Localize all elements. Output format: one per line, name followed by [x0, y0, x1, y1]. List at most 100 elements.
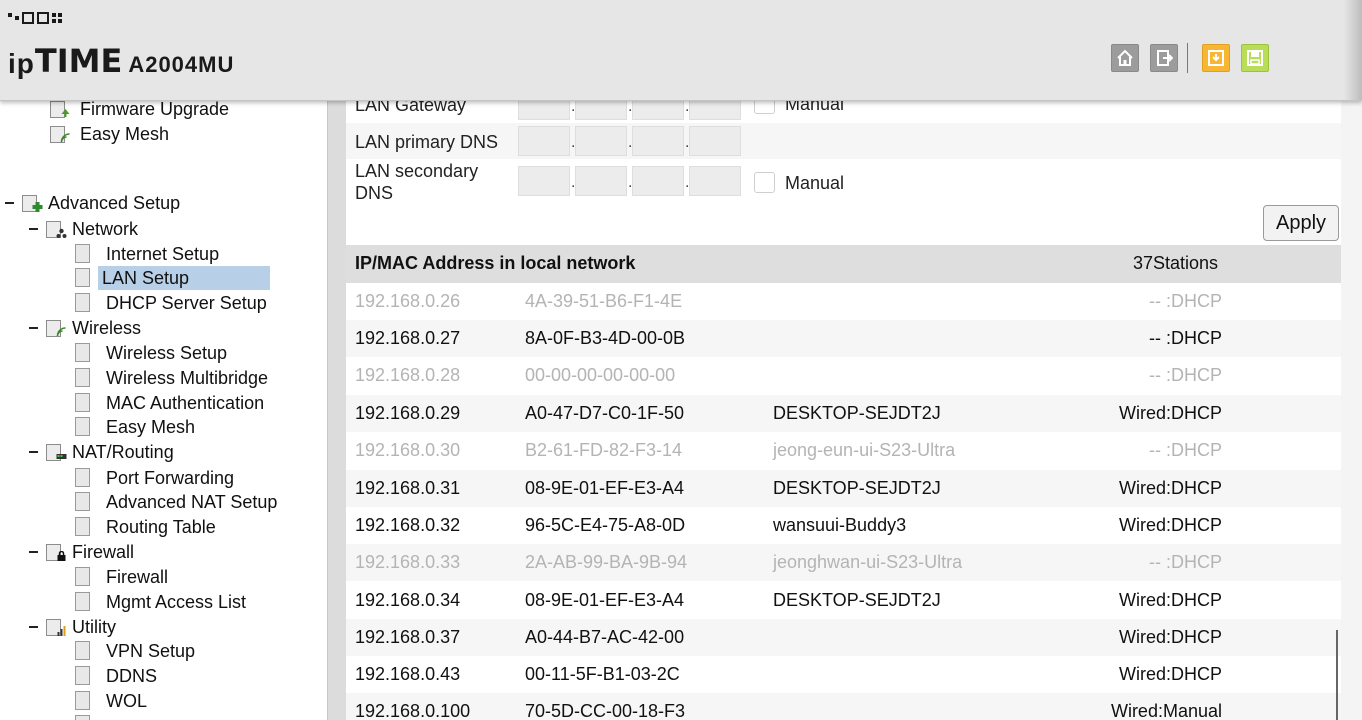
sidebar-item-internet-setup[interactable]: Internet Setup — [75, 242, 225, 266]
page-icon — [75, 666, 91, 686]
sidebar-tree: Firmware Upgrade Easy Mesh Advanced Setu… — [0, 100, 327, 720]
table-title: IP/MAC Address in local network — [355, 253, 636, 273]
scrollbar-thumb[interactable] — [1336, 630, 1338, 720]
row-mac: 08-9E-01-EF-E3-A4 — [525, 478, 685, 498]
collapse-icon[interactable] — [5, 202, 14, 204]
sidebar-item-wireless[interactable]: Wireless — [29, 316, 147, 340]
collapse-icon[interactable] — [29, 626, 38, 628]
sidebar-item-wol[interactable]: WOL — [75, 689, 153, 713]
advanced-icon — [22, 194, 43, 212]
sidebar-item-firewall-group[interactable]: Firewall — [29, 540, 140, 564]
utility-icon — [46, 618, 66, 636]
table-row: 192.168.0.33 2A-AB-99-BA-9B-94 jeonghwan… — [346, 544, 1341, 581]
sidebar-item-nat-routing[interactable]: NAT/Routing — [29, 440, 180, 464]
network-icon — [46, 220, 67, 238]
sidebar-item-dhcp-server-setup[interactable]: DHCP Server Setup — [75, 291, 273, 315]
sidebar-item-partial[interactable] — [75, 713, 102, 720]
collapse-icon[interactable] — [29, 551, 38, 553]
sidebar-item-label: Advanced NAT Setup — [106, 492, 278, 512]
row-ip: 192.168.0.33 — [355, 552, 461, 572]
row-connection-type: Wired:DHCP — [1118, 627, 1222, 647]
firmware-icon — [50, 100, 70, 118]
row-mac: 08-9E-01-EF-E3-A4 — [525, 590, 685, 610]
orange-save-icon[interactable] — [1202, 44, 1230, 72]
sidebar-item-advanced-setup[interactable]: Advanced Setup — [5, 191, 186, 215]
row-mac: 8A-0F-B3-4D-00-0B — [525, 328, 686, 348]
lan-gateway-octet-1[interactable] — [518, 100, 570, 120]
lan-secondary-dns-octet-3[interactable] — [632, 166, 684, 196]
sidebar-item-vpn-setup[interactable]: VPN Setup — [75, 639, 201, 663]
row-connection-type: -- :DHCP — [1149, 440, 1222, 460]
sidebar-item-mac-authentication[interactable]: MAC Authentication — [75, 391, 270, 415]
main-scrollbar[interactable] — [1336, 100, 1362, 720]
lan-gateway-label: LAN Gateway — [355, 100, 467, 115]
row-mac: 00-11-5F-B1-03-2C — [525, 664, 680, 684]
lan-gateway-octet-4[interactable] — [689, 100, 741, 120]
sidebar-item-label: Easy Mesh — [106, 417, 196, 437]
model-name: A2004MU — [128, 52, 235, 77]
lan-gateway-manual-checkbox[interactable] — [754, 100, 775, 114]
sidebar-item-label: Wireless Setup — [106, 343, 228, 363]
logout-icon[interactable] — [1150, 44, 1178, 72]
lan-gateway-octet-3[interactable] — [632, 100, 684, 120]
table-row: 192.168.0.28 00-00-00-00-00-00 -- :DHCP — [346, 357, 1341, 394]
sidebar-splitter[interactable] — [327, 100, 346, 720]
sidebar-item-utility[interactable]: Utility — [29, 615, 122, 639]
table-row: 192.168.0.34 08-9E-01-EF-E3-A4 DESKTOP-S… — [346, 582, 1341, 619]
sidebar-item-ddns[interactable]: DDNS — [75, 664, 163, 688]
lan-primary-dns-octet-3[interactable] — [632, 126, 684, 156]
sidebar-item-routing-table[interactable]: Routing Table — [75, 515, 222, 539]
page-icon — [75, 293, 91, 313]
sidebar-item-easy-mesh-top[interactable]: Easy Mesh — [50, 122, 175, 146]
sidebar-item-label: Advanced Setup — [48, 193, 181, 213]
sidebar-item-port-forwarding[interactable]: Port Forwarding — [75, 466, 240, 490]
green-save-icon[interactable] — [1241, 44, 1269, 72]
sidebar-item-lan-setup[interactable]: LAN Setup — [75, 266, 270, 290]
sidebar-item-wireless-setup[interactable]: Wireless Setup — [75, 341, 233, 365]
brand-logo: ip TIME A2004MU — [8, 40, 234, 80]
mesh-icon — [50, 125, 70, 143]
apply-button[interactable]: Apply — [1263, 205, 1339, 241]
lan-gateway-octet-2[interactable] — [575, 100, 627, 120]
lan-secondary-dns-manual-checkbox[interactable] — [754, 172, 775, 193]
header-separator — [1187, 43, 1188, 73]
row-mac: 70-5D-CC-00-18-F3 — [525, 701, 686, 720]
sidebar-item-label: Port Forwarding — [106, 468, 235, 488]
brand-time: TIME — [34, 42, 123, 80]
row-ip: 192.168.0.30 — [355, 440, 461, 460]
sidebar-item-label: LAN Setup — [98, 266, 270, 290]
lan-primary-dns-octet-2[interactable] — [575, 126, 627, 156]
sidebar-item-easy-mesh[interactable]: Easy Mesh — [75, 415, 201, 439]
sidebar-item-label: Routing Table — [106, 517, 216, 537]
brand-dots-logo — [8, 12, 62, 24]
page-icon — [75, 592, 91, 612]
sidebar-item-label: NAT/Routing — [72, 442, 174, 462]
sidebar-item-label: Wireless — [72, 318, 142, 338]
brand-ip: ip — [8, 48, 35, 79]
row-connection-type: Wired:Manual — [1110, 701, 1222, 720]
page-icon — [75, 268, 91, 288]
row-ip: 192.168.0.29 — [355, 403, 461, 423]
home-icon[interactable] — [1111, 44, 1139, 72]
sidebar-item-wireless-multibridge[interactable]: Wireless Multibridge — [75, 366, 274, 390]
sidebar-item-label: Utility — [72, 617, 116, 637]
row-connection-type: -- :DHCP — [1149, 552, 1222, 572]
lan-primary-dns-octet-4[interactable] — [689, 126, 741, 156]
sidebar-item-firmware-upgrade[interactable]: Firmware Upgrade — [50, 100, 235, 121]
sidebar-item-network[interactable]: Network — [29, 217, 144, 241]
lan-secondary-dns-octet-1[interactable] — [518, 166, 570, 196]
page-icon — [75, 517, 91, 537]
collapse-icon[interactable] — [29, 228, 38, 230]
sidebar-item-firewall[interactable]: Firewall — [75, 565, 174, 589]
ip-mac-table-header: IP/MAC Address in local network 37Statio… — [346, 245, 1341, 283]
collapse-icon[interactable] — [29, 451, 38, 453]
sidebar-item-label: Easy Mesh — [80, 124, 170, 144]
sidebar-item-mgmt-access-list[interactable]: Mgmt Access List — [75, 590, 252, 614]
lan-secondary-dns-octet-2[interactable] — [575, 166, 627, 196]
header-bar: ip TIME A2004MU — [0, 0, 1362, 101]
sidebar-item-advanced-nat-setup[interactable]: Advanced NAT Setup — [75, 490, 283, 514]
row-hostname: wansuui-Buddy3 — [773, 515, 907, 535]
lan-secondary-dns-octet-4[interactable] — [689, 166, 741, 196]
collapse-icon[interactable] — [29, 327, 38, 329]
lan-primary-dns-octet-1[interactable] — [518, 126, 570, 156]
